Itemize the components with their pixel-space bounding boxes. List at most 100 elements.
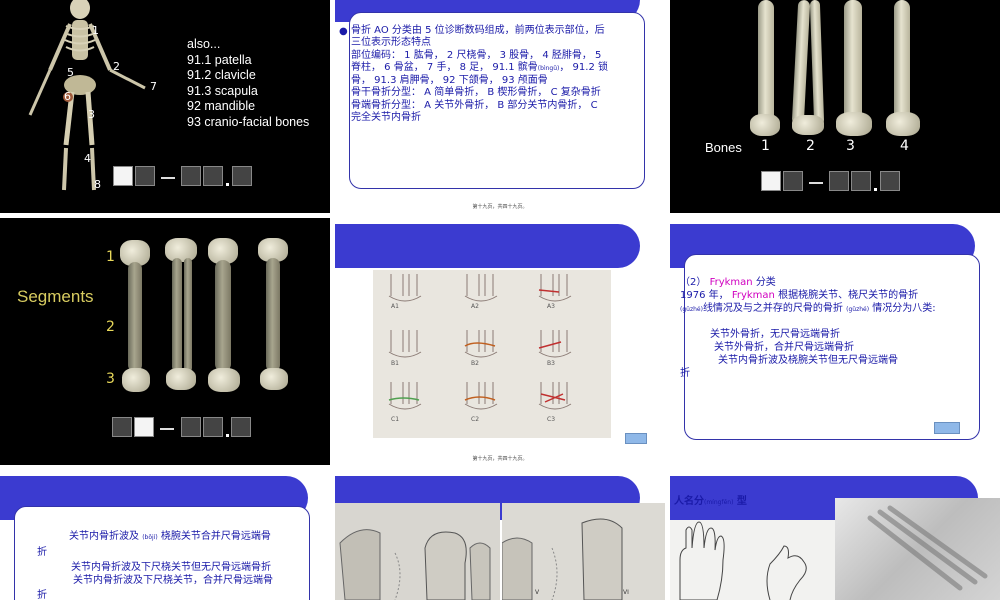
bone-femur <box>844 0 862 125</box>
code-box <box>203 417 223 437</box>
slide-4[interactable]: Segments 1 2 3 <box>0 218 330 465</box>
xray-image <box>835 498 1000 600</box>
segment-number-1: 1 <box>106 249 115 265</box>
classification-item: 关节外骨折，合并尺骨远端骨折 <box>714 342 854 353</box>
sketch-label: A2 <box>471 303 479 310</box>
slide-1[interactable]: 1 2 5 6 7 3 4 8 also... 91.1 patella 91.… <box>0 0 330 213</box>
bone-ulna <box>809 0 825 126</box>
skeleton-label-1: 1 <box>92 24 99 37</box>
also-list-item: 92 mandible <box>187 99 256 113</box>
bullet: ● <box>339 26 348 37</box>
bone-number-3: 3 <box>846 138 855 154</box>
hand-drawing <box>679 521 807 600</box>
bone-drawing <box>339 529 491 600</box>
skeleton-label-5: 5 <box>67 66 74 79</box>
code-box <box>231 417 251 437</box>
bone-radius <box>791 0 811 126</box>
slide-7[interactable]: 关节内骨折波及 (bōjí) 桡腕关节合并尺骨远端骨 折 关节内骨折波及下尺桡关… <box>0 470 330 600</box>
segment-number-2: 2 <box>106 319 115 335</box>
code-box <box>829 171 849 191</box>
also-list: also... 91.1 patella 91.2 clavicle 91.3 … <box>187 37 309 130</box>
skeleton-label-4: 4 <box>84 152 91 165</box>
also-list-item: 91.1 patella <box>187 52 252 67</box>
slide-6[interactable]: （2） Frykman 分类 1976 年， Frykman 根据桡腕关节、桡尺… <box>670 218 1000 465</box>
code-box <box>880 171 900 191</box>
text-line: 完全关节内骨折 <box>351 112 421 124</box>
figure-label-vi: VI <box>623 589 629 596</box>
bone-end <box>886 112 920 136</box>
text-line: 关节内骨折波及下尺桡关节但无尺骨远端骨折 <box>71 562 271 573</box>
frykman-text: （2） Frykman 分类 1976 年， Frykman 根据桡腕关节、桡尺… <box>680 276 990 380</box>
text-line: （2） Frykman 分类 <box>680 277 776 288</box>
slide-thumbnail-grid: 1 2 5 6 7 3 4 8 also... 91.1 patella 91.… <box>0 0 1000 600</box>
skeleton-label-3: 3 <box>88 108 95 121</box>
slide-footer: 第十九页，共四十九页。 <box>472 456 528 462</box>
text-line: 三位表示形态特点 <box>351 37 431 49</box>
radius-drawing-right: V VI <box>501 503 665 600</box>
text-line: 折 <box>680 368 690 379</box>
code-box <box>761 171 781 191</box>
nav-button[interactable] <box>625 433 647 444</box>
sketch-label: B2 <box>471 360 479 367</box>
slide-8[interactable]: V VI <box>335 470 665 600</box>
sketch-label: C2 <box>471 416 480 423</box>
code-dash <box>809 182 823 184</box>
code-box <box>783 171 803 191</box>
classification-item: 关节内骨折波及桡腕关节但无尺骨远端骨 <box>718 355 898 366</box>
text-line: 部位编码： 1 肱骨， 2 尺桡骨， 3 股骨， 4 胫腓骨， 5 <box>351 49 602 61</box>
skeleton-label-2: 2 <box>113 60 120 73</box>
sketch-label: C1 <box>391 416 400 423</box>
code-box <box>113 166 133 186</box>
radius-drawing-left <box>335 503 500 600</box>
code-box <box>203 166 223 186</box>
text-line: 折 <box>37 547 47 558</box>
slide-5[interactable]: A1 A2 A3 B1 B2 B3 C1 C2 C3 第十九页，共四十九页。 <box>335 218 665 465</box>
slide-banner <box>335 224 640 268</box>
ruby-annotation: (bìngǔ) <box>537 64 560 72</box>
code-dot <box>226 434 229 437</box>
classification-text: 关节内骨折波及 (bōjí) 桡腕关节合并尺骨远端骨 折 关节内骨折波及下尺桡关… <box>37 530 327 600</box>
bone-drawing <box>501 518 623 600</box>
code-dash <box>161 177 175 179</box>
ruby-annotation: (bōjí) <box>142 534 158 541</box>
also-list-item: 93 cranio-facial bones <box>187 114 310 129</box>
bone-end <box>792 115 824 135</box>
slide-2[interactable]: ● 骨折 AO 分类由 5 位诊断数码组成，前两位表示部位，后 三位表示形态特点… <box>335 0 665 213</box>
also-list-item: 91.3 scapula <box>187 83 258 98</box>
slide-3[interactable]: Bones 1 2 3 4 <box>670 0 1000 213</box>
segment-number-3: 3 <box>106 371 115 387</box>
sketch-label: C3 <box>547 416 556 423</box>
slide-9[interactable]: 人名分(míngfēn) 型 <box>670 470 1000 600</box>
code-box <box>232 166 252 186</box>
sketch-label: A1 <box>391 303 399 310</box>
code-box <box>135 166 155 186</box>
bone-tibia <box>894 0 910 124</box>
text-line: (gǔzhé)线情况及与之并存的尺骨的骨折 (gǔzhé) 情况分为八类: <box>680 303 936 314</box>
ruby-annotation: (gǔzhé) <box>680 306 703 313</box>
skeleton-label-8: 8 <box>94 178 101 191</box>
sketch-label: B1 <box>391 360 399 367</box>
text-line: 关节内骨折波及 (bōjí) 桡腕关节合并尺骨远端骨 <box>69 531 271 542</box>
text-line: 1976 年， Frykman 根据桡腕关节、桡尺关节的骨折 <box>680 290 919 301</box>
text-line: 脊柱， 6 骨盆， 7 手， 8 足， 91.1 髌骨(bìngǔ)， 91.2… <box>351 61 608 73</box>
slide-footer: 第十九页，共四十九页。 <box>472 204 528 210</box>
bone-number-1: 1 <box>761 138 770 154</box>
code-dot <box>874 188 877 191</box>
bones-label: Bones <box>705 140 742 155</box>
ao-classification-text: 骨折 AO 分类由 5 位诊断数码组成，前两位表示部位，后 三位表示形态特点 部… <box>351 25 651 124</box>
bone-end <box>166 368 196 390</box>
nav-button[interactable] <box>934 422 960 434</box>
segment-bone <box>184 258 192 372</box>
classification-item: 关节外骨折，无尺骨远端骨折 <box>710 329 840 340</box>
segment-bone <box>215 260 231 372</box>
code-box <box>134 417 154 437</box>
code-box <box>181 166 201 186</box>
bone-humerus <box>758 0 774 125</box>
text-line: 关节内骨折波及下尺桡关节，合并尺骨远端骨 <box>73 575 273 586</box>
bone-end <box>122 368 150 392</box>
segment-bone <box>172 258 182 372</box>
bone-end <box>750 114 780 136</box>
sketch-label: B3 <box>547 360 555 367</box>
figure-label-v: V <box>535 589 540 596</box>
bone-number-2: 2 <box>806 138 815 154</box>
